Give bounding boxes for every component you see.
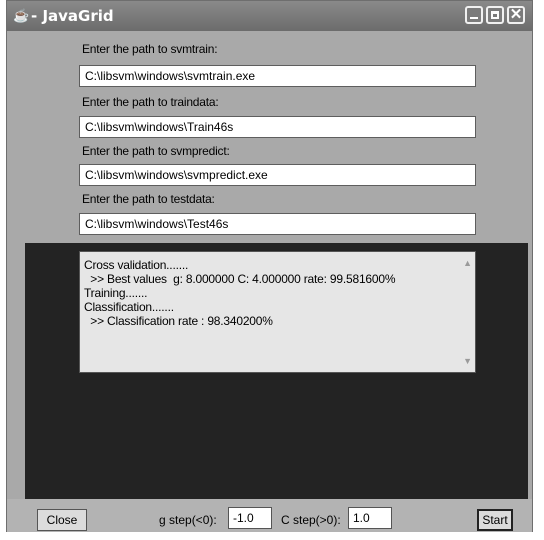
- app-window: ☕ - JavaGrid ✕ Enter the path to svmtrai…: [6, 0, 533, 532]
- log-line: >> Best values g: 8.000000 C: 4.000000 r…: [84, 272, 396, 286]
- c-step-label: C step(>0):: [281, 513, 341, 527]
- g-step-field[interactable]: -1.0: [228, 507, 272, 529]
- start-button[interactable]: Start: [477, 509, 513, 531]
- svmtrain-path-field[interactable]: C:\libsvm\windows\svmtrain.exe: [79, 65, 476, 87]
- close-button[interactable]: Close: [37, 509, 87, 531]
- c-step-field[interactable]: 1.0: [348, 507, 392, 529]
- scroll-down-icon[interactable]: ▼: [463, 356, 472, 366]
- svmpredict-path-label: Enter the path to svmpredict:: [82, 144, 230, 158]
- svmpredict-path-field[interactable]: C:\libsvm\windows\svmpredict.exe: [79, 164, 476, 186]
- traindata-path-label: Enter the path to traindata:: [82, 95, 219, 109]
- maximize-button[interactable]: [486, 6, 504, 24]
- title-bar[interactable]: ☕ - JavaGrid ✕: [7, 1, 532, 31]
- window-close-button[interactable]: ✕: [507, 6, 525, 24]
- g-step-label: g step(<0):: [159, 513, 217, 527]
- testdata-path-label: Enter the path to testdata:: [82, 192, 215, 206]
- log-line: Classification.......: [84, 300, 174, 314]
- scroll-up-icon[interactable]: ▲: [463, 258, 472, 268]
- close-icon: ✕: [509, 6, 523, 23]
- log-line: Training.......: [84, 286, 148, 300]
- minimize-button[interactable]: [465, 6, 483, 24]
- log-textarea[interactable]: Cross validation....... >> Best values g…: [79, 251, 476, 373]
- traindata-path-field[interactable]: C:\libsvm\windows\Train46s: [79, 116, 476, 138]
- testdata-path-field[interactable]: C:\libsvm\windows\Test46s: [79, 213, 476, 235]
- log-line: >> Classification rate : 98.340200%: [84, 314, 273, 328]
- java-cup-icon: ☕: [13, 8, 30, 23]
- window-title: - JavaGrid: [31, 7, 114, 25]
- log-line: Cross validation.......: [84, 258, 189, 272]
- svmtrain-path-label: Enter the path to svmtrain:: [82, 42, 218, 56]
